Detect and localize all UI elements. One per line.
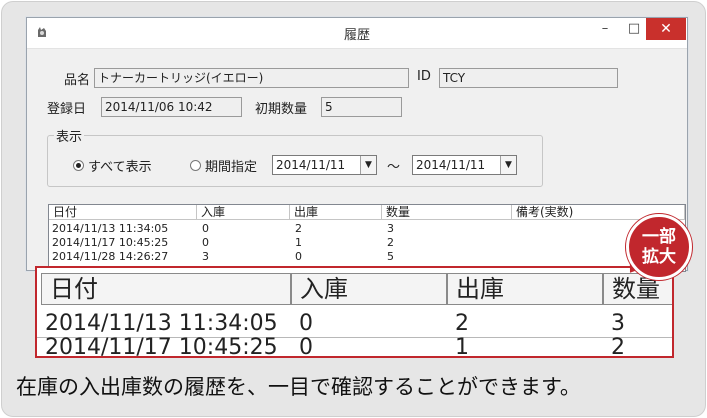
zoom-header-out: 出庫 [447, 273, 603, 305]
col-header-date[interactable]: 日付 [49, 205, 197, 220]
col-header-out[interactable]: 出庫 [290, 205, 382, 220]
show-all-label[interactable]: すべて表示 [88, 156, 152, 175]
initial-qty-label: 初期数量 [255, 102, 308, 117]
row2-date: 2014/11/17 10:45:25 [52, 236, 169, 249]
product-field[interactable]: トナーカートリッジ(イエロー) [94, 68, 409, 88]
history-window: 履歴 – □ ✕ 品名 トナーカートリッジ(イエロー) ID TCY 登録日 2… [26, 17, 688, 272]
id-label: ID [417, 69, 431, 84]
row2-out: 1 [295, 236, 302, 249]
zoom-row1-out: 2 [455, 311, 469, 336]
row1-out: 2 [295, 222, 302, 235]
show-all-radio[interactable] [73, 160, 84, 171]
chevron-down-icon[interactable]: ▼ [360, 156, 376, 174]
col-header-qty[interactable]: 数量 [382, 205, 512, 220]
row3-date: 2014/11/28 14:26:27 [52, 250, 169, 263]
zoom-row2-out: 1 [455, 335, 469, 358]
product-label: 品名 [64, 73, 91, 88]
id-field[interactable]: TCY [439, 68, 618, 88]
badge-line1: 一部 [642, 227, 676, 247]
row1-in: 0 [202, 222, 209, 235]
period-radio[interactable] [190, 160, 201, 171]
row3-qty: 5 [387, 250, 394, 263]
row2-in: 0 [202, 236, 209, 249]
zoom-callout: 日付 入庫 出庫 数量 2014/11/13 11:34:05 0 2 3 20… [35, 266, 674, 358]
row1-qty: 3 [387, 222, 394, 235]
date-to-value: 2014/11/11 [416, 158, 486, 172]
screenshot-frame: 履歴 – □ ✕ 品名 トナーカートリッジ(イエロー) ID TCY 登録日 2… [1, 1, 706, 417]
caption-text: 在庫の入出庫数の履歴を、一目で確認することができます。 [16, 375, 581, 399]
title-bar: 履歴 – □ ✕ [27, 18, 687, 49]
badge-line2: 拡大 [642, 247, 676, 267]
zoom-row1-date: 2014/11/13 11:34:05 [45, 311, 278, 336]
registered-field[interactable]: 2014/11/06 10:42 [101, 97, 242, 117]
window-title: 履歴 [343, 28, 370, 43]
row3-in: 3 [202, 250, 209, 263]
chevron-down-icon[interactable]: ▼ [500, 156, 516, 174]
zoom-row1-qty: 3 [611, 311, 625, 336]
zoom-row2-date: 2014/11/17 10:45:25 [45, 335, 278, 358]
initial-qty-field[interactable]: 5 [321, 97, 402, 117]
date-to-select[interactable]: 2014/11/11 ▼ [412, 155, 517, 175]
range-tilde: 〜 [387, 160, 401, 175]
zoom-header-date: 日付 [41, 273, 291, 305]
maximize-button[interactable]: □ [622, 18, 646, 40]
registered-label: 登録日 [47, 102, 87, 117]
history-list[interactable]: 日付 入庫 出庫 数量 備考(実数) 2014/11/13 11:34:05 0… [48, 204, 686, 272]
zoom-header-in: 入庫 [291, 273, 447, 305]
zoom-row2-in: 0 [299, 335, 313, 358]
zoom-row2-qty: 2 [611, 335, 625, 358]
row2-qty: 2 [387, 236, 394, 249]
row3-out: 0 [295, 250, 302, 263]
zoom-row1-in: 0 [299, 311, 313, 336]
col-header-in[interactable]: 入庫 [197, 205, 290, 220]
period-label[interactable]: 期間指定 [205, 156, 257, 175]
row1-date: 2014/11/13 11:34:05 [52, 222, 169, 235]
minimize-button[interactable]: – [593, 18, 617, 40]
close-button[interactable]: ✕ [646, 18, 686, 40]
display-group-title: 表示 [54, 126, 85, 145]
zoom-badge: 一部 拡大 [626, 214, 692, 280]
date-from-select[interactable]: 2014/11/11 ▼ [272, 155, 377, 175]
date-from-value: 2014/11/11 [276, 158, 346, 172]
